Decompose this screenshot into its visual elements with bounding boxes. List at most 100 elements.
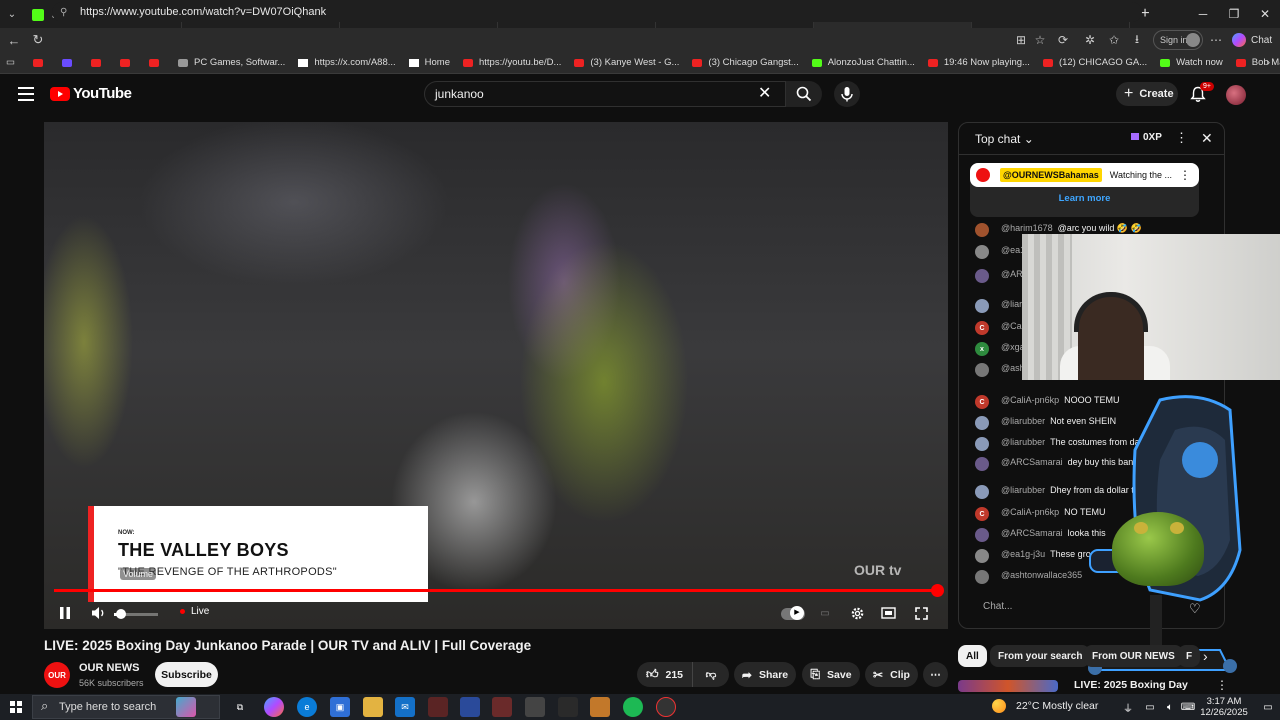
- like-button[interactable]: 👍︎ 215: [637, 662, 693, 687]
- notifications-button[interactable]: 9+: [1190, 82, 1214, 104]
- chat-author-name[interactable]: @CaliA-pn6kp: [1001, 507, 1059, 517]
- app-icon-2[interactable]: [460, 697, 480, 717]
- app-icon-4[interactable]: [525, 697, 545, 717]
- bookmark-item[interactable]: Watch now: [1160, 57, 1223, 68]
- edge-icon[interactable]: e: [297, 697, 317, 717]
- fullscreen-icon[interactable]: [910, 602, 932, 624]
- install-app-icon[interactable]: ⊞: [1011, 30, 1031, 50]
- close-chat-icon[interactable]: ✕: [1201, 130, 1213, 147]
- chat-author-name[interactable]: @liarubber: [1001, 485, 1045, 495]
- progress-scrubber[interactable]: [931, 584, 944, 597]
- chat-author-name[interactable]: @Cal: [1001, 321, 1024, 331]
- copilot-chat-button[interactable]: Chat: [1232, 30, 1272, 50]
- create-button[interactable]: + Create: [1116, 82, 1178, 106]
- more-actions-button[interactable]: ⋯: [923, 662, 948, 687]
- bookmark-item[interactable]: PC Games, Softwar...: [177, 57, 285, 68]
- volume-handle[interactable]: [115, 609, 126, 619]
- favorites-icon[interactable]: ✩: [1104, 30, 1124, 50]
- voice-search-button[interactable]: [834, 81, 860, 107]
- store-icon[interactable]: ▣: [330, 697, 350, 717]
- bookmarks-menu-icon[interactable]: ▭: [6, 57, 15, 68]
- chat-options-icon[interactable]: ⋮: [1175, 130, 1188, 146]
- search-button[interactable]: [786, 81, 822, 107]
- chat-author-name[interactable]: @ea1g-j3u: [1001, 549, 1045, 559]
- channel-name[interactable]: OUR NEWS: [79, 662, 140, 674]
- reload-icon[interactable]: ↻: [26, 32, 50, 48]
- mail-icon[interactable]: ✉: [395, 697, 415, 717]
- downloads-icon[interactable]: ⭳: [1127, 30, 1147, 50]
- address-bar[interactable]: ⚲ https://www.youtube.com/watch?v=DW07Oi…: [52, 2, 1142, 22]
- back-icon[interactable]: ←: [2, 33, 26, 48]
- video-player[interactable]: NOW: THE VALLEY BOYS "THE REVENGE OF THE…: [44, 122, 948, 629]
- subtitles-cc-icon[interactable]: ▭: [814, 602, 836, 624]
- chat-mode-dropdown[interactable]: Top chat ⌄: [975, 132, 1034, 146]
- extensions-icon[interactable]: ✲: [1080, 30, 1100, 50]
- pinned-message-header[interactable]: @OURNEWSBahamas Watching the ... ⋮: [970, 163, 1199, 187]
- tray-volume-icon[interactable]: 🔈︎: [1160, 697, 1180, 717]
- bookmark-item[interactable]: [148, 58, 165, 67]
- weather-widget[interactable]: 22°C Mostly clear: [992, 699, 1098, 713]
- search-input[interactable]: junkanoo: [424, 81, 786, 107]
- more-menu-icon[interactable]: ⋯: [1206, 30, 1226, 50]
- tray-network-icon[interactable]: ▭: [1140, 697, 1160, 717]
- copilot-taskbar-icon[interactable]: [264, 697, 284, 717]
- chat-author-name[interactable]: @ARCSamarai: [1001, 528, 1063, 538]
- tray-language-icon[interactable]: ⌨: [1178, 697, 1198, 717]
- task-view-icon[interactable]: ⧉: [230, 697, 250, 717]
- system-clock[interactable]: 3:17 AM 12/26/2025: [1196, 696, 1252, 718]
- file-explorer-icon[interactable]: [363, 697, 383, 717]
- sign-in-button[interactable]: Sign in: [1153, 30, 1203, 50]
- pause-button[interactable]: [54, 602, 76, 624]
- bookmark-item[interactable]: [90, 58, 107, 67]
- settings-button[interactable]: [846, 602, 868, 624]
- bookmark-item[interactable]: [61, 58, 78, 67]
- learn-more-link[interactable]: Learn more: [970, 193, 1199, 204]
- bookmark-item[interactable]: https://x.com/A88...: [298, 57, 396, 68]
- chat-author-name[interactable]: @liarubber: [1001, 437, 1045, 447]
- app-icon-6[interactable]: [590, 697, 610, 717]
- mute-button[interactable]: [88, 602, 110, 624]
- xp-badge[interactable]: 0XP: [1131, 132, 1162, 143]
- minimize-icon[interactable]: ─: [1187, 0, 1219, 28]
- recommended-video[interactable]: LIVE: 2025 Boxing Day ⋮: [958, 676, 1238, 692]
- filter-chip[interactable]: All: [958, 645, 987, 667]
- dislike-button[interactable]: 👎︎: [693, 662, 729, 687]
- bookmark-item[interactable]: https://youtu.be/D...: [462, 57, 561, 68]
- youtube-logo[interactable]: YouTube: [50, 85, 132, 102]
- bookmark-star-icon[interactable]: ☆: [1030, 30, 1050, 50]
- chat-author-name[interactable]: @liar: [1001, 299, 1022, 309]
- save-button[interactable]: ⎘ Save: [802, 662, 860, 687]
- app-icon-3[interactable]: [492, 697, 512, 717]
- pinned-options-icon[interactable]: ⋮: [1179, 168, 1191, 182]
- chat-author-name[interactable]: @ARCSamarai: [1001, 457, 1063, 467]
- progress-bar[interactable]: [54, 584, 944, 597]
- bookmark-item[interactable]: [119, 58, 136, 67]
- subscribe-button[interactable]: Subscribe: [155, 662, 218, 687]
- close-window-icon[interactable]: ✕: [1249, 0, 1280, 28]
- filter-chip[interactable]: From OUR NEWS: [1084, 645, 1183, 667]
- tray-usb-icon[interactable]: ⏚: [1118, 697, 1138, 717]
- filter-chip[interactable]: From your search: [990, 645, 1091, 667]
- bookmarks-overflow-icon[interactable]: ›: [1267, 57, 1270, 68]
- clear-search-icon[interactable]: ✕: [758, 83, 771, 103]
- channel-avatar[interactable]: OUR: [44, 662, 70, 688]
- windows-start-icon[interactable]: [10, 701, 22, 713]
- chat-author-name[interactable]: @harim1678: [1001, 223, 1053, 233]
- bookmark-item[interactable]: 19:46 Now playing...: [927, 57, 1030, 68]
- bookmark-item[interactable]: Home: [408, 57, 450, 68]
- share-button[interactable]: ➦ Share: [734, 662, 796, 687]
- notifications-center-icon[interactable]: ▭: [1258, 697, 1278, 717]
- site-info-icon[interactable]: ⚲: [60, 7, 74, 18]
- bookmark-item[interactable]: (12) CHICAGO GA...: [1042, 57, 1147, 68]
- app-icon-1[interactable]: [428, 697, 448, 717]
- bookmark-item[interactable]: [32, 58, 49, 67]
- autoplay-toggle[interactable]: [781, 606, 805, 620]
- volume-slider[interactable]: [114, 609, 158, 619]
- tab-search-chevron-icon[interactable]: ⌄: [0, 0, 24, 28]
- live-indicator[interactable]: Live: [180, 606, 209, 617]
- chips-next-icon[interactable]: ›: [1203, 648, 1208, 664]
- widgets-icon[interactable]: [176, 697, 196, 717]
- app-icon-7[interactable]: [656, 697, 676, 717]
- recommended-options-icon[interactable]: ⋮: [1216, 678, 1228, 692]
- app-icon-5[interactable]: [558, 697, 578, 717]
